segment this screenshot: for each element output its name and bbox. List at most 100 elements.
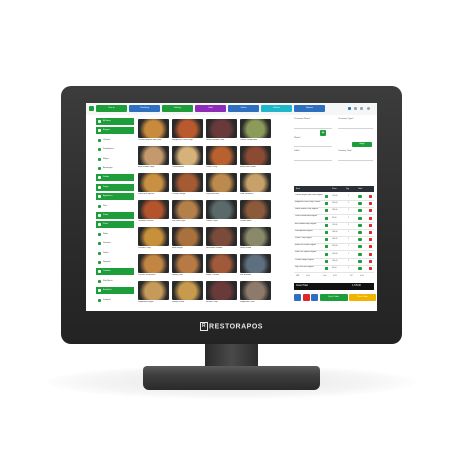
category-item[interactable]: All Items [96,118,134,125]
category-item[interactable]: Pizza [96,221,134,229]
delete-item-icon[interactable] [369,223,372,227]
category-item[interactable]: Breakfast [96,287,134,295]
menu-item-card[interactable]: Fried Rice Special [137,173,170,202]
menu-item-card[interactable]: Tandoori Chicken [137,200,170,229]
user-avatar[interactable] [367,107,370,110]
category-item[interactable]: Beverages [96,165,134,172]
menu-item-card[interactable]: Grilled Salmon Plate [205,119,238,148]
menu-item-card[interactable]: Lamb Kebab [239,200,272,229]
menu-item-card[interactable]: Greek Salad [239,227,272,256]
edit-item-icon[interactable] [325,238,328,242]
delete-item-icon[interactable] [369,195,372,198]
category-item[interactable]: Appetizers [96,193,134,201]
delete-item-icon[interactable] [369,245,372,249]
edit-item-icon[interactable] [325,267,328,270]
tab-3[interactable]: Hold [195,105,226,112]
waiter-select[interactable] [294,141,332,147]
edit-item-icon[interactable] [325,216,328,220]
menu-item-card[interactable]: Pasta Alfredo [171,146,204,175]
quick-order-button[interactable]: Quick Order [319,294,348,301]
category-item[interactable]: Kids Menu [96,278,134,285]
delete-item-icon[interactable] [369,231,372,234]
edit-item-icon[interactable] [325,245,328,249]
menu-item-card[interactable]: Veg Fried Rice [205,173,238,202]
tab-4[interactable]: Orders [228,105,259,112]
tab-6[interactable]: Reports [294,105,325,112]
menu-item-card[interactable]: Spring Rolls [171,254,204,283]
menu-item-card[interactable]: Butter Chicken [205,254,238,283]
qty-stepper[interactable] [358,195,362,198]
customer-name-input[interactable] [294,123,332,129]
customer-type-select[interactable] [338,123,373,129]
qty-stepper[interactable] [358,267,362,270]
tab-2[interactable]: Delivery [162,105,193,112]
category-item[interactable]: Pasta [96,212,134,219]
menu-item-card[interactable]: Margherita Pizza Large [171,119,204,148]
delete-item-icon[interactable] [369,267,372,270]
edit-item-icon[interactable] [325,202,328,206]
menu-item-card[interactable]: Mushroom Risotto [205,227,238,256]
menu-item-card[interactable]: Chicken Biryani with Raita [137,119,170,148]
menu-item-card[interactable]: Mixed Grill Platter [239,146,272,175]
menu-item-card[interactable]: Pepperoni Pizza [239,281,272,310]
qty-stepper[interactable] [358,259,362,263]
menu-item-card[interactable]: Chicken Wings [171,173,204,202]
home-icon[interactable] [89,106,94,111]
delete-item-icon[interactable] [369,216,372,220]
tab-0[interactable]: Dine In [96,105,127,112]
edit-item-icon[interactable] [325,223,328,227]
category-item[interactable]: Desserts [96,240,134,247]
menu-item-card[interactable]: Fish and Chips [171,200,204,229]
qty-stepper[interactable] [358,252,362,256]
tab-1[interactable]: Take Away [129,105,160,112]
cancel-button[interactable] [302,294,310,301]
table-select[interactable] [294,155,332,161]
edit-item-icon[interactable] [325,195,328,198]
menu-item-card[interactable]: Shrimp Pasta [171,281,204,310]
place-order-button[interactable]: Place Order [349,294,376,301]
category-item[interactable]: Drinks [96,250,134,257]
edit-item-icon[interactable] [325,231,328,234]
menu-item-card[interactable]: Chicken Shawarma [137,254,170,283]
menu-item-card[interactable]: Paneer Tikka [205,200,238,229]
delete-item-icon[interactable] [369,238,372,242]
tab-5[interactable]: Kitchen [261,105,292,112]
menu-item-card[interactable]: Beef Burger [171,227,204,256]
category-item[interactable]: Burgers [96,127,134,135]
qty-stepper[interactable] [358,223,362,227]
category-item[interactable]: Sandwiches [96,146,134,153]
qty-stepper[interactable] [358,245,362,249]
notification-icon[interactable] [354,107,357,110]
add-customer-button[interactable]: + [320,130,326,136]
edit-item-icon[interactable] [325,252,328,256]
print-button[interactable] [311,294,318,301]
menu-item-card[interactable]: Dal Makhani [239,254,272,283]
qty-stepper[interactable] [358,231,362,234]
menu-item-card[interactable]: Vegetable Biryani [137,281,170,310]
category-item[interactable]: Sides [96,231,134,238]
delete-item-icon[interactable] [369,259,372,263]
category-item[interactable]: Rice [96,203,134,210]
delete-item-icon[interactable] [369,202,372,206]
cooking-time-input[interactable] [338,155,373,161]
language-icon[interactable] [348,107,351,110]
category-item[interactable]: Wraps [96,156,134,163]
menu-item-card[interactable]: Prawn Curry [205,146,238,175]
category-item[interactable]: Combos [96,268,134,276]
menu-item-card[interactable]: Mutton Curry [205,281,238,310]
qty-stepper[interactable] [358,202,362,206]
category-item[interactable]: Specials [96,259,134,266]
qty-stepper[interactable] [358,216,362,220]
category-item[interactable]: Seafood [96,297,134,304]
category-item[interactable]: Chicken [96,137,134,144]
calculator-button[interactable] [294,294,301,301]
menu-item-card[interactable]: Club Sandwich [239,173,272,202]
category-item[interactable]: Soups [96,183,134,191]
edit-item-icon[interactable] [325,209,328,213]
delete-item-icon[interactable] [369,252,372,256]
qty-stepper[interactable] [358,238,362,242]
qty-stepper[interactable] [358,209,362,213]
menu-item-card[interactable]: Caesar Salad Bowl [239,119,272,148]
apply-button[interactable]: Apply [352,142,372,147]
settings-icon[interactable] [360,107,363,110]
